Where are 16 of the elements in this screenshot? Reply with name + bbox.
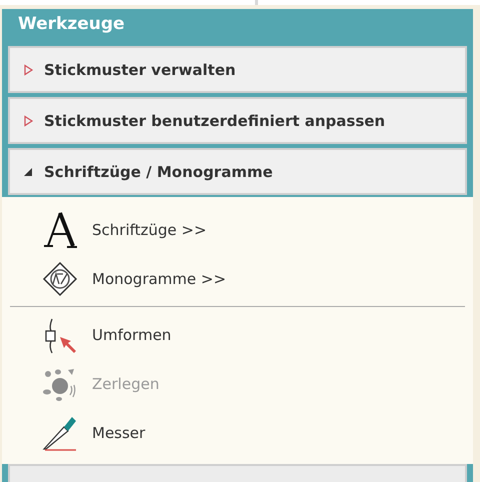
section-header[interactable]: Stickmuster verwalten: [8, 46, 467, 93]
tool-label: Messer: [92, 424, 146, 442]
collapsed-triangle-icon: [22, 114, 34, 126]
tool-label: Schriftzüge >>: [92, 220, 207, 238]
collapsed-triangle-icon: [22, 64, 34, 76]
tool-label: Umformen: [92, 326, 172, 344]
tool-item[interactable]: Schriftzüge >>: [40, 205, 473, 254]
expanded-triangle-icon: [22, 166, 34, 178]
tool-item[interactable]: Messer: [40, 408, 473, 457]
panel-title: Werkzeuge: [17, 13, 126, 36]
tool-item[interactable]: Umformen: [40, 310, 473, 359]
tool-label: Monogramme >>: [92, 270, 226, 288]
tool-label: Zerlegen: [92, 374, 160, 392]
section-header[interactable]: Stickmuster benutzerdefiniert anpassen: [8, 97, 467, 144]
tool-item[interactable]: Monogramme >>: [40, 254, 473, 303]
section-header[interactable]: Schriftzüge / Monogramme: [8, 148, 467, 195]
